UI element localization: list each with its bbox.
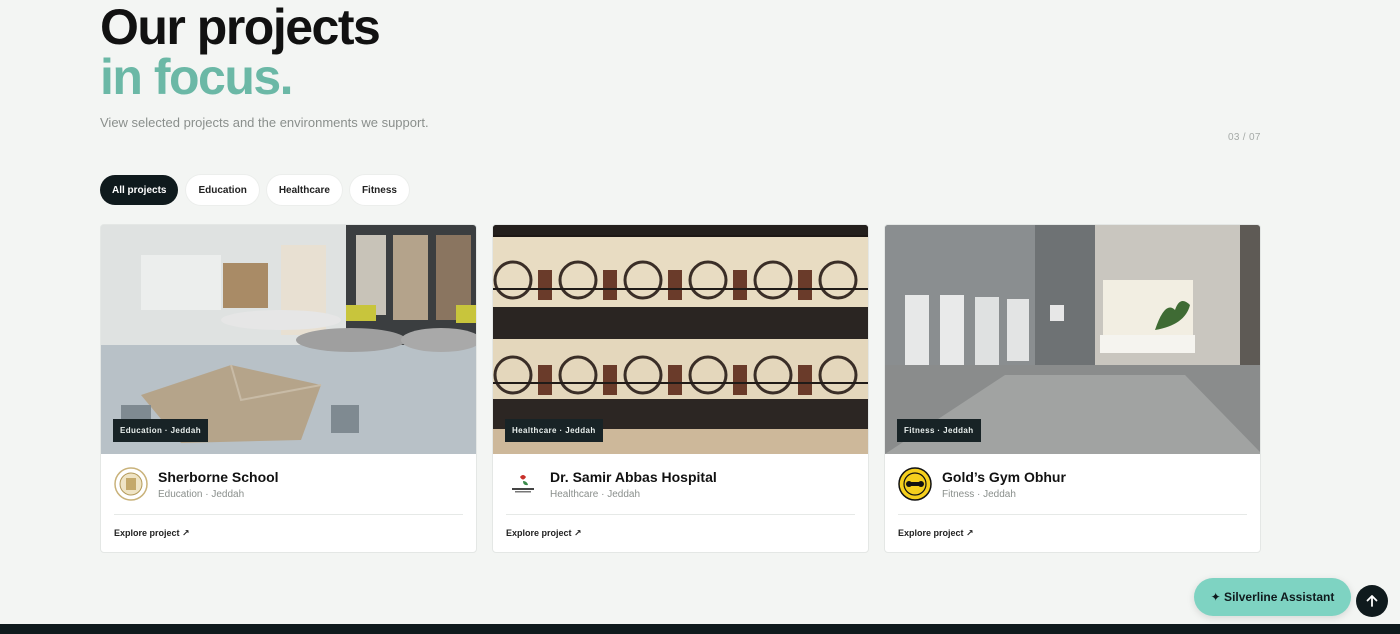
project-info: Gold’s Gym Obhur Fitness · Jeddah: [898, 467, 1066, 501]
explore-project-link[interactable]: Explore project ↗: [114, 528, 190, 539]
explore-project-link[interactable]: Explore project ↗: [506, 528, 582, 539]
card-divider: [898, 514, 1247, 515]
filter-fitness[interactable]: Fitness: [349, 175, 409, 205]
project-title: Sherborne School: [158, 468, 279, 485]
project-subtitle: Fitness · Jeddah: [942, 488, 1016, 500]
hospital-logo-icon: [506, 467, 540, 501]
explore-project-link[interactable]: Explore project ↗: [898, 528, 974, 539]
project-info: Sherborne School Education · Jeddah: [114, 467, 279, 501]
arrow-up-icon: [1366, 595, 1378, 607]
card-divider: [506, 514, 855, 515]
assistant-button[interactable]: ✦ Silverline Assistant: [1194, 578, 1351, 616]
project-image-hospital: Healthcare · Jeddah: [493, 225, 868, 454]
project-card-samir-abbas[interactable]: Healthcare · Jeddah Dr. Samir Abbas Hosp…: [492, 224, 869, 553]
project-tag: Healthcare · Jeddah: [505, 419, 603, 442]
project-image-classroom: Education · Jeddah: [101, 225, 476, 454]
project-info: Dr. Samir Abbas Hospital Healthcare · Je…: [506, 467, 717, 501]
scroll-to-top-button[interactable]: [1356, 585, 1388, 617]
project-subtitle: Healthcare · Jeddah: [550, 488, 641, 500]
card-divider: [114, 514, 463, 515]
filter-education[interactable]: Education: [186, 175, 259, 205]
project-image-gym: Fitness · Jeddah: [885, 225, 1260, 454]
project-card-sherborne[interactable]: Education · Jeddah Sherborne School Educ…: [100, 224, 477, 553]
project-title: Dr. Samir Abbas Hospital: [550, 468, 717, 485]
assistant-label: ✦ Silverline Assistant: [1210, 590, 1335, 604]
project-subtitle: Education · Jeddah: [158, 488, 245, 500]
project-title: Gold’s Gym Obhur: [942, 468, 1066, 485]
project-tag: Education · Jeddah: [113, 419, 208, 442]
page-title-accent: in focus.: [100, 49, 294, 105]
filter-all-projects[interactable]: All projects: [100, 175, 179, 205]
filter-chips: All projects Education Healthcare Fitnes…: [100, 175, 409, 205]
pager-counter: 03 / 07: [1228, 132, 1261, 143]
school-crest-icon: [114, 467, 148, 501]
page-subtitle: View selected projects and the environme…: [100, 115, 429, 130]
filter-healthcare[interactable]: Healthcare: [266, 175, 342, 205]
project-tag: Fitness · Jeddah: [897, 419, 981, 442]
footer-band: [0, 624, 1400, 634]
golds-gym-logo-icon: [898, 467, 932, 501]
page-title: Our projects: [100, 0, 381, 55]
project-card-golds-gym[interactable]: Fitness · Jeddah Gold’s Gym Obhur Fitnes…: [884, 224, 1261, 553]
project-cards: Education · Jeddah Sherborne School Educ…: [100, 224, 1261, 553]
